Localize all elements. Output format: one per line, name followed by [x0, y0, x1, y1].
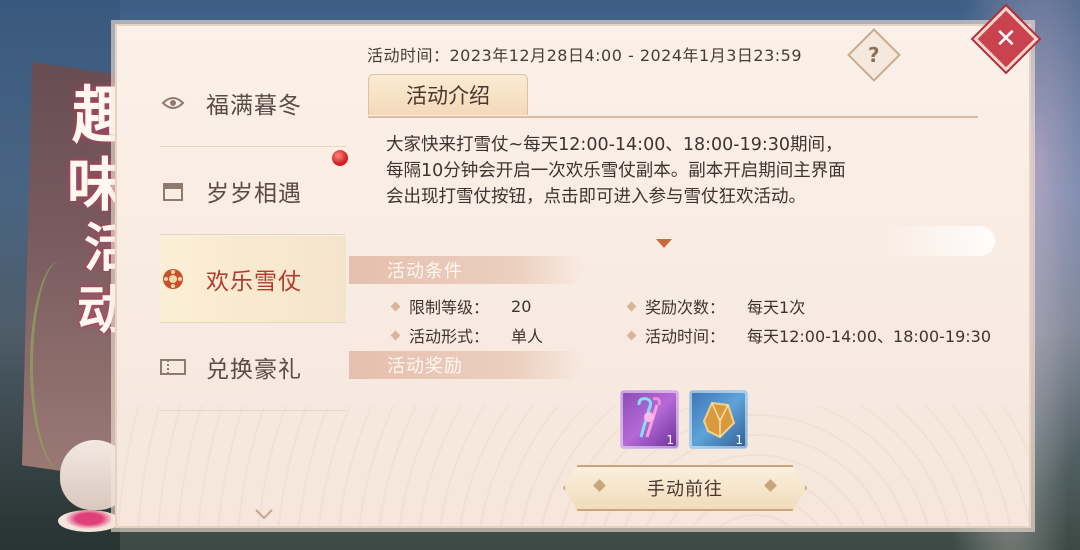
diamond-ornament-icon	[593, 479, 606, 492]
sidebar-item-label: 岁岁相遇	[206, 181, 302, 207]
reward-item-wand[interactable]: 1	[620, 390, 679, 449]
chevron-down-icon[interactable]	[254, 505, 274, 524]
condition-reward-times: 奖励次数： 每天1次	[626, 294, 806, 318]
condition-key: 活动时间：	[645, 327, 726, 346]
manual-go-button[interactable]: 手动前往	[563, 465, 807, 511]
condition-value: 每天1次	[747, 298, 806, 317]
condition-key: 活动形式：	[409, 327, 490, 346]
sidebar-item-label: 兑换豪礼	[206, 357, 302, 383]
tab-activity-intro[interactable]: 活动介绍	[368, 74, 528, 115]
notification-dot	[332, 150, 348, 166]
condition-format: 活动形式： 单人	[390, 323, 544, 347]
diamond-bullet-icon	[626, 301, 637, 311]
diamond-bullet-icon	[626, 330, 637, 340]
condition-key: 限制等级：	[409, 298, 490, 317]
sidebar-item-huanle-xuezhang[interactable]: 欢乐雪仗	[160, 236, 346, 323]
diamond-ornament-icon	[764, 479, 777, 492]
condition-level: 限制等级： 20	[390, 294, 532, 318]
condition-value: 20	[511, 296, 532, 316]
ticket-icon	[160, 354, 186, 380]
reward-count: 1	[666, 433, 674, 447]
question-icon: ?	[868, 42, 880, 67]
condition-value: 每天12:00-14:00、18:00-19:30	[747, 327, 992, 346]
cloud-decoration	[880, 226, 995, 256]
calendar-icon	[160, 178, 186, 204]
rewards-header: 活动奖励	[349, 351, 585, 379]
activity-sidebar: 福满暮冬 岁岁相遇 欢乐雪仗 兑换豪礼	[160, 60, 350, 520]
rewards-header-label: 活动奖励	[387, 356, 463, 377]
reward-count: 1	[735, 433, 743, 447]
help-button[interactable]: ?	[847, 28, 901, 82]
conditions-header-label: 活动条件	[387, 261, 463, 282]
condition-key: 奖励次数：	[645, 298, 726, 317]
conditions-header: 活动条件	[349, 256, 585, 284]
diamond-bullet-icon	[390, 330, 401, 340]
sidebar-item-duihuan-haoli[interactable]: 兑换豪礼	[160, 324, 346, 411]
teacup-decoration	[58, 510, 120, 532]
sidebar-item-suisui-xiangyu[interactable]: 岁岁相遇	[160, 148, 346, 235]
go-button-label: 手动前往	[647, 479, 723, 500]
condition-value: 单人	[511, 327, 544, 346]
expand-triangle-icon[interactable]	[656, 239, 672, 248]
snowball-icon	[160, 266, 186, 292]
close-icon: ✕	[995, 23, 1017, 54]
tab-divider	[368, 116, 978, 118]
sidebar-item-fuman-mudong[interactable]: 福满暮冬	[160, 60, 346, 147]
activity-time-text: 活动时间：2023年12月28日4:00 - 2024年1月3日23:59	[367, 46, 803, 65]
condition-time: 活动时间： 每天12:00-14:00、18:00-19:30	[626, 323, 992, 347]
activity-description: 大家快来打雪仗~每天12:00-14:00、18:00-19:30期间，每隔10…	[386, 135, 846, 207]
tab-label: 活动介绍	[406, 84, 490, 108]
lantern-icon	[160, 90, 186, 116]
diamond-bullet-icon	[390, 301, 401, 311]
sidebar-item-label: 福满暮冬	[206, 93, 302, 119]
sidebar-item-label: 欢乐雪仗	[206, 269, 302, 295]
reward-item-crystal[interactable]: 1	[689, 390, 748, 449]
activity-time-bar: 活动时间：2023年12月28日4:00 - 2024年1月3日23:59	[367, 40, 867, 68]
